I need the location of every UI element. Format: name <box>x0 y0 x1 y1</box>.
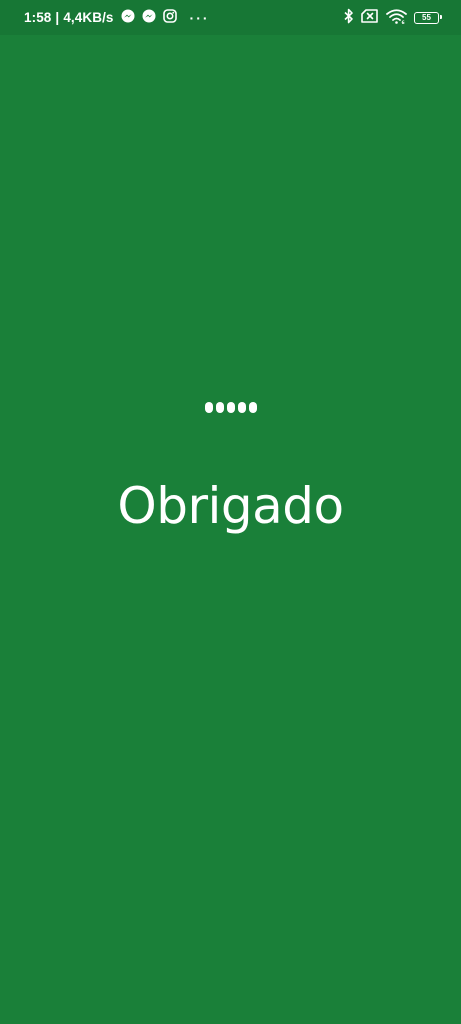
battery-icon: 55 <box>414 11 442 24</box>
pin-dot <box>204 401 213 413</box>
pin-dot <box>215 401 224 413</box>
more-notifications-icon: ··· <box>189 9 210 26</box>
status-separator: | <box>55 10 60 25</box>
no-sim-icon <box>361 9 379 26</box>
pin-dot <box>237 401 246 413</box>
status-bar: 1:58 | 4,4KB/s ··· 6 55 <box>0 0 461 35</box>
status-right: 6 55 <box>337 0 442 35</box>
instagram-icon <box>162 9 177 26</box>
pin-dot <box>248 401 257 413</box>
messenger-icon <box>142 9 156 26</box>
status-left: 1:58 | 4,4KB/s ··· <box>24 0 217 35</box>
pin-dots <box>203 396 258 418</box>
clock: 1:58 <box>24 10 52 25</box>
pin-dot <box>226 401 235 413</box>
thank-you-title: Obrigado <box>117 477 344 535</box>
network-speed: 4,4KB/s <box>63 10 114 25</box>
battery-level: 55 <box>421 12 432 22</box>
svg-text:6: 6 <box>402 20 405 24</box>
bluetooth-icon <box>344 8 354 27</box>
content: Obrigado <box>0 396 461 531</box>
wifi-icon: 6 <box>386 8 407 27</box>
messenger-icon <box>121 9 135 26</box>
